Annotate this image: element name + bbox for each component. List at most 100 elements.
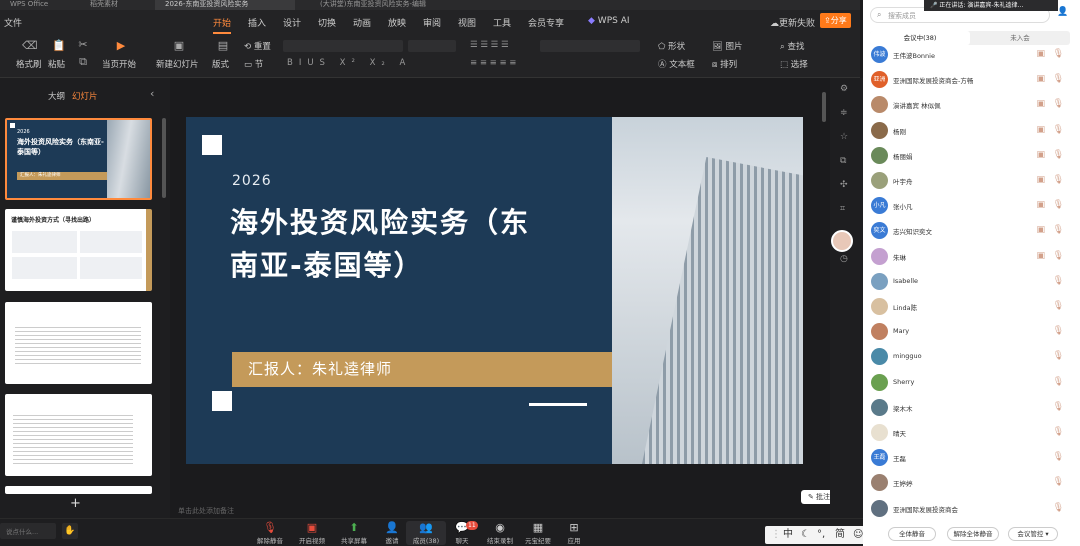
chat-input[interactable]: 说点什么...	[0, 523, 56, 539]
member-row[interactable]: Isabelle 🎙	[863, 270, 1080, 295]
member-row[interactable]: 奕文 志兴知识奕文 ▣ 🎙	[863, 219, 1080, 244]
play-icon[interactable]: ▶	[114, 40, 128, 52]
tab-member[interactable]: 会员专享	[528, 16, 564, 29]
collapse-icon[interactable]: ‹	[150, 87, 154, 100]
arrange-button[interactable]: ⧈ 排列	[712, 58, 737, 70]
punctuation-icon[interactable]: °,	[817, 526, 825, 544]
tab-transition[interactable]: 切换	[318, 16, 336, 29]
member-row[interactable]: 伟波 王伟波Bonnie ▣ 🎙	[863, 43, 1080, 68]
cut-icon[interactable]: ✂	[76, 39, 90, 51]
moon-icon[interactable]: ☾	[801, 526, 810, 544]
unmute-all-button[interactable]: 解除全体静音	[947, 527, 999, 541]
slide-thumbnail-2[interactable]: 谨慎海外投资方式（寻找出路）	[5, 209, 152, 291]
font-family-select[interactable]	[283, 40, 403, 52]
add-slide-button[interactable]: +	[70, 496, 81, 511]
editor-scrollbar[interactable]	[822, 92, 826, 122]
picture-button[interactable]: 🖼 图片	[712, 40, 743, 52]
unmute-button[interactable]: 🎙 解除静音	[250, 521, 290, 545]
slide-thumbnail-3[interactable]	[5, 302, 152, 384]
add-member-icon[interactable]: 👤	[1057, 7, 1068, 17]
member-row[interactable]: 亚洲 亚洲国际发展投资商会-方畅 ▣ 🎙	[863, 68, 1080, 93]
slides-tab[interactable]: 幻灯片	[72, 90, 98, 102]
yuanbao-notes-button[interactable]: ▦ 元宝纪要	[518, 521, 558, 545]
star-icon[interactable]: ☆	[840, 132, 848, 142]
new-slide-label[interactable]: 新建幻灯片	[156, 58, 199, 70]
tab-document-2[interactable]: (大讲堂)东南亚投资风险实务-编辑	[310, 0, 460, 10]
align-buttons[interactable]: ≡ ≡ ≡ ≡ ≡	[470, 58, 516, 68]
share-button[interactable]: ⇪分享	[820, 13, 851, 28]
slide-thumbnail-4[interactable]	[5, 394, 152, 476]
tab-dock[interactable]: 稻壳素材	[80, 0, 140, 10]
crop-icon[interactable]: ⌗	[840, 204, 845, 214]
font-style-buttons[interactable]: BIUS X² X₂ A	[287, 58, 411, 68]
section-button[interactable]: ▭ 节	[244, 58, 263, 70]
member-row[interactable]: 叶宇舟 ▣ 🎙	[863, 169, 1080, 194]
members-button[interactable]: 👥 成员(38)	[406, 521, 446, 545]
format-painter-icon[interactable]: ⌫	[22, 40, 38, 52]
share-screen-button[interactable]: ⬆ 共享屏幕	[334, 521, 374, 545]
speaker-avatar[interactable]	[831, 230, 853, 252]
member-row[interactable]: 杨刚 ▣ 🎙	[863, 119, 1080, 144]
raise-hand-icon[interactable]: ✋	[62, 523, 78, 539]
history-icon[interactable]: ◷	[840, 254, 848, 264]
tab-design[interactable]: 设计	[283, 16, 301, 29]
new-slide-icon[interactable]: ▣	[172, 40, 186, 52]
end-recording-button[interactable]: ◉ 结束录制	[480, 521, 520, 545]
mute-all-button[interactable]: 全体静音	[888, 527, 936, 541]
notes-placeholder[interactable]: 单击此处添加备注	[178, 506, 234, 516]
member-row[interactable]: 朱琳 ▣ 🎙	[863, 245, 1080, 270]
member-row[interactable]: 亚洲国际发展投资商会 🎙	[863, 497, 1080, 522]
paste-icon[interactable]: 📋	[52, 40, 66, 52]
format-painter-label[interactable]: 格式刷	[16, 58, 42, 70]
layout-icon[interactable]: ▤	[216, 40, 230, 52]
member-row[interactable]: 演讲嘉宾 林似佩 ▣ 🎙	[863, 93, 1080, 118]
textbox-button[interactable]: Ⓐ 文本框	[658, 58, 695, 70]
play-from-current-label[interactable]: 当页开始	[102, 58, 136, 70]
properties-icon[interactable]: ⚙	[840, 84, 848, 94]
font-size-select[interactable]	[408, 40, 456, 52]
apps-button[interactable]: ⊞ 应用	[554, 521, 594, 545]
tab-slideshow[interactable]: 放映	[388, 16, 406, 29]
thumbnail-scrollbar[interactable]	[162, 118, 166, 198]
reset-button[interactable]: ⟲ 重置	[244, 40, 271, 52]
member-row[interactable]: Linda陈 🎙	[863, 295, 1080, 320]
list-buttons[interactable]: ☰ ☰ ☰ ☰	[470, 40, 509, 50]
tab-tools[interactable]: 工具	[493, 16, 511, 29]
tab-insert[interactable]: 插入	[248, 16, 266, 29]
layout-label[interactable]: 版式	[212, 58, 229, 70]
select-button[interactable]: ⬚ 选择	[780, 58, 808, 70]
tools-icon[interactable]: ✣	[840, 180, 848, 190]
tab-start[interactable]: 开始	[213, 16, 232, 34]
ime-simplified[interactable]: 简	[835, 526, 845, 544]
tab-view[interactable]: 视图	[458, 16, 476, 29]
slide-thumbnail-1[interactable]: 2026 海外投资风险实务（东南亚-泰国等） 汇报人：朱礼逵律师	[5, 118, 152, 200]
slide-thumbnail-5[interactable]	[5, 486, 152, 494]
copy-icon[interactable]: ⧉	[76, 56, 90, 68]
find-button[interactable]: ⌕ 查找	[780, 40, 804, 52]
wps-ai-tab[interactable]: ◆ WPS AI	[588, 16, 630, 26]
start-video-button[interactable]: ▣ 开启视频	[292, 521, 332, 545]
update-status[interactable]: ☁更新失败	[770, 16, 815, 29]
current-slide[interactable]: 2026 海外投资风险实务（东 南亚-泰国等） 汇报人：朱礼逵律师	[186, 117, 803, 464]
file-menu[interactable]: 文件	[4, 16, 22, 29]
meeting-control-button[interactable]: 会议管控 ▾	[1008, 527, 1058, 541]
member-row[interactable]: 王婷婷 🎙	[863, 471, 1080, 496]
ime-language[interactable]: 中	[783, 526, 793, 544]
member-row[interactable]: Mary 🎙	[863, 320, 1080, 345]
tab-review[interactable]: 审阅	[423, 16, 441, 29]
member-row[interactable]: mingguo 🎙	[863, 345, 1080, 370]
copy-icon[interactable]: ⧉	[840, 156, 846, 166]
tab-wps-office[interactable]: WPS Office	[0, 0, 60, 10]
tab-animation[interactable]: 动画	[353, 16, 371, 29]
tab-document-1[interactable]: 2026-东南亚投资风险实务	[155, 0, 295, 10]
member-row[interactable]: Sherry 🎙	[863, 371, 1080, 396]
paste-label[interactable]: 粘贴	[48, 58, 65, 70]
member-row[interactable]: 梁木木 🎙	[863, 396, 1080, 421]
member-row[interactable]: 小凡 张小凡 ▣ 🎙	[863, 194, 1080, 219]
style-box[interactable]	[540, 40, 640, 52]
member-row[interactable]: 晴天 🎙	[863, 421, 1080, 446]
emoji-icon[interactable]: ☺	[853, 526, 863, 544]
outline-tab[interactable]: 大纲	[48, 90, 65, 102]
member-row[interactable]: 王磊 王磊 🎙	[863, 446, 1080, 471]
shape-button[interactable]: ⬠ 形状	[658, 40, 685, 52]
